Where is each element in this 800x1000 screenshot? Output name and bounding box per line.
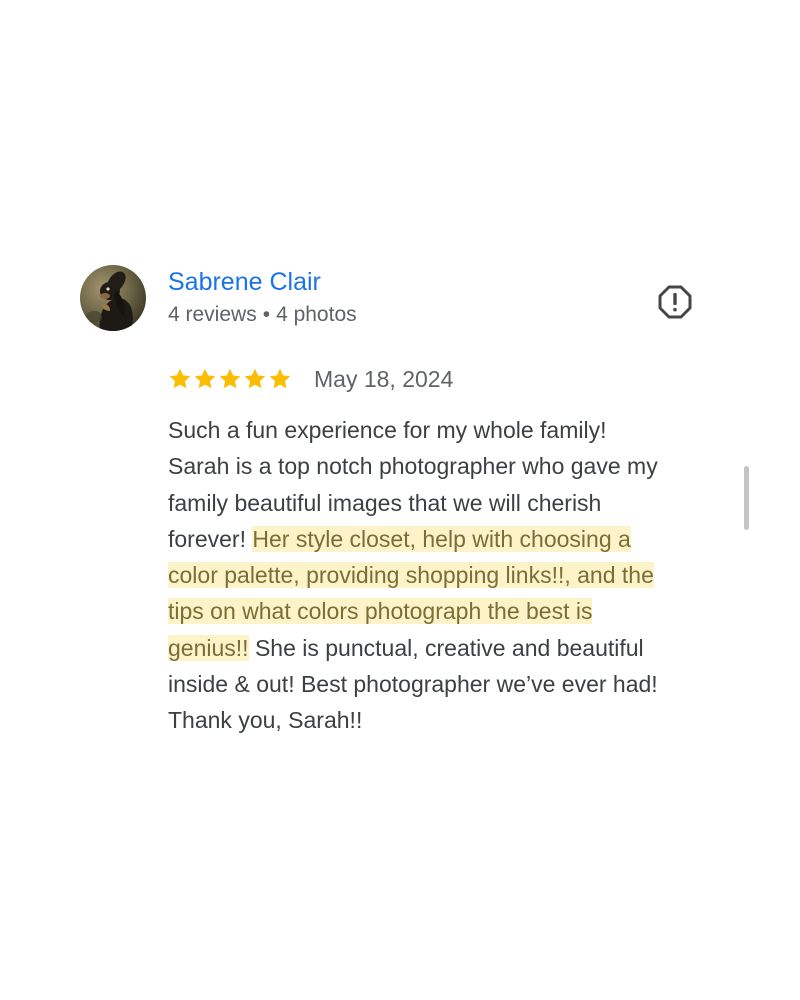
review-line: forever! Her style closet, help with cho… xyxy=(168,525,631,552)
highlighted-text: genius!! xyxy=(168,634,249,661)
highlighted-text: Her style closet, help with choosing a xyxy=(252,525,631,552)
photo-count: 4 photos xyxy=(276,303,357,326)
scrollbar-thumb[interactable] xyxy=(744,466,749,530)
dog-photo-icon xyxy=(80,265,146,331)
review-line: Thank you, Sarah!! xyxy=(168,707,363,734)
reviewer-avatar[interactable] xyxy=(80,265,146,331)
review-line: color palette, providing shopping links!… xyxy=(168,557,733,593)
star-icon xyxy=(219,368,241,389)
report-exclamation-icon xyxy=(658,285,692,319)
review-card: Sabrene Clair 4 reviews • 4 photos May 18,… xyxy=(0,0,800,1000)
review-line: Sarah is a top notch photographer who ga… xyxy=(168,453,658,480)
reviewer-stats: 4 reviews • 4 photos xyxy=(168,302,357,328)
star-icon xyxy=(244,368,266,389)
report-review-button[interactable] xyxy=(657,284,693,320)
review-count: 4 reviews xyxy=(168,303,257,326)
rating-row: May 18, 2024 xyxy=(168,363,453,395)
star-icon xyxy=(194,368,216,389)
review-line: genius!! She is punctual, creative and b… xyxy=(168,634,644,661)
star-rating xyxy=(168,367,292,391)
review-body: Such a fun experience for my whole famil… xyxy=(168,412,733,739)
star-icon xyxy=(269,368,291,389)
reviewer-name[interactable]: Sabrene Clair xyxy=(168,267,321,297)
meta-separator: • xyxy=(262,303,271,326)
review-date: May 18, 2024 xyxy=(314,366,454,392)
review-line: Such a fun experience for my whole famil… xyxy=(168,417,607,443)
review-line: inside & out! Best photographer we’ve ev… xyxy=(168,671,658,698)
review-line: tips on what colors photograph the best … xyxy=(168,593,733,629)
star-icon xyxy=(169,368,191,389)
review-line: family beautiful images that we will che… xyxy=(168,489,602,516)
highlighted-text: color palette, providing shopping links!… xyxy=(168,562,654,589)
highlighted-text: tips on what colors photograph the best … xyxy=(168,598,593,625)
